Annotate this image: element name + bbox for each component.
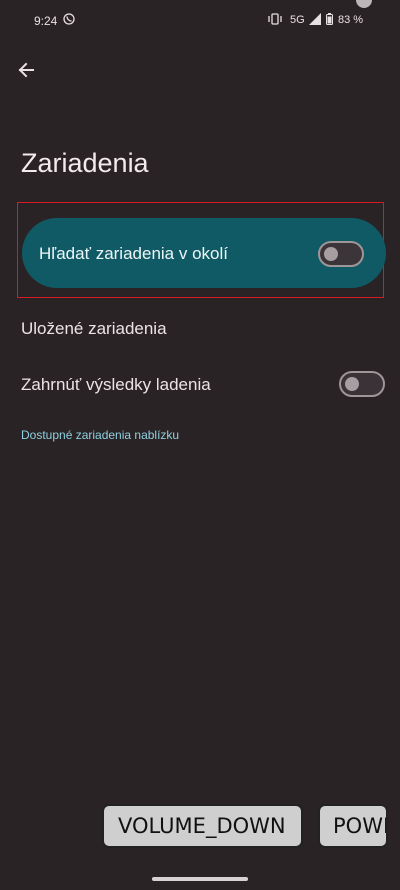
network-type: 5G — [290, 14, 305, 26]
signal-icon — [309, 13, 321, 25]
vibrate-icon — [268, 13, 282, 25]
volume-down-button[interactable]: VOLUME_DOWN — [102, 804, 303, 848]
gesture-nav-bar[interactable] — [152, 877, 248, 881]
arrow-left-icon — [18, 62, 34, 78]
scan-nearby-devices-switch[interactable] — [318, 241, 364, 267]
switch-knob — [345, 377, 359, 391]
status-time: 9:24 — [34, 14, 58, 28]
status-bar: 9:24 5G 83 % — [0, 0, 400, 40]
camera-cutout — [356, 0, 372, 8]
back-button[interactable] — [12, 56, 40, 84]
switch-knob — [324, 247, 338, 261]
battery-percent: 83 % — [338, 14, 364, 26]
include-debug-results-item[interactable]: Zahrnúť výsledky ladenia — [0, 356, 400, 412]
saved-devices-label: Uložené zariadenia — [21, 319, 167, 338]
include-debug-results-switch[interactable] — [339, 371, 385, 397]
include-debug-results-label: Zahrnúť výsledky ladenia — [21, 375, 211, 394]
battery-icon — [326, 13, 333, 25]
scan-nearby-devices-card[interactable]: Hľadať zariadenia v okolí — [22, 218, 386, 288]
power-button[interactable]: POWER — [318, 804, 388, 848]
viber-icon — [63, 13, 75, 25]
scan-nearby-devices-label: Hľadať zariadenia v okolí — [39, 244, 228, 263]
page-title: Zariadenia — [21, 148, 149, 178]
nearby-devices-link[interactable]: Dostupné zariadenia nablízku — [21, 428, 179, 442]
saved-devices-item[interactable]: Uložené zariadenia — [0, 300, 400, 356]
